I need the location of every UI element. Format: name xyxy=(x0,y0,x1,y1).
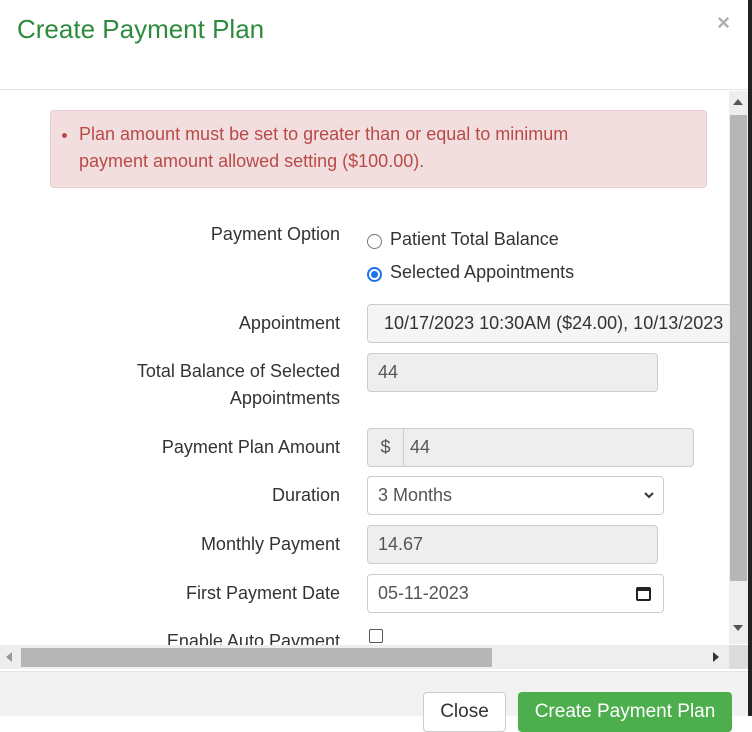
date-value: 05-11-2023 xyxy=(378,583,469,603)
first-payment-date-input[interactable]: 05-11-2023 xyxy=(367,574,664,613)
close-button[interactable]: Close xyxy=(423,692,506,732)
create-payment-plan-button[interactable]: Create Payment Plan xyxy=(518,692,732,732)
currency-addon: $ xyxy=(367,428,404,467)
scroll-up-arrow-icon[interactable] xyxy=(733,99,743,105)
horizontal-scroll-thumb[interactable] xyxy=(21,648,492,667)
modal-title: Create Payment Plan xyxy=(17,14,265,44)
duration-selected-value: 3 Months xyxy=(378,485,453,505)
scrollbar-corner xyxy=(729,645,748,669)
total-balance-field: 44 xyxy=(367,353,658,392)
horizontal-scrollbar[interactable] xyxy=(0,645,729,669)
first-payment-date-label: First Payment Date xyxy=(185,583,340,603)
payment-plan-amount-input[interactable]: 44 xyxy=(403,428,694,467)
monthly-payment-label: Monthly Payment xyxy=(200,534,340,554)
payment-option-label: Payment Option xyxy=(210,224,340,244)
monthly-payment-field: 14.67 xyxy=(367,525,658,564)
close-icon[interactable]: × xyxy=(717,12,730,34)
error-alert: Plan amount must be set to greater than … xyxy=(50,110,707,188)
total-balance-label: Total Balance of Selected Appointments xyxy=(137,358,340,412)
appointment-select[interactable]: 10/17/2023 10:30AM ($24.00), 10/13/2023 xyxy=(367,304,748,343)
chevron-down-icon xyxy=(643,477,655,514)
duration-label: Duration xyxy=(271,485,340,505)
radio-selected-appointments[interactable]: Selected Appointments xyxy=(367,262,574,283)
enable-auto-payment-checkbox[interactable] xyxy=(369,629,383,643)
radio-label: Selected Appointments xyxy=(390,262,575,282)
radio-button-checked[interactable] xyxy=(367,267,382,282)
radio-label: Patient Total Balance xyxy=(390,229,559,249)
modal-header: Create Payment Plan × xyxy=(0,0,748,90)
duration-select[interactable]: 3 Months xyxy=(367,476,664,515)
radio-patient-total-balance[interactable]: Patient Total Balance xyxy=(367,229,559,250)
total-balance-label-line1: Total Balance of Selected xyxy=(136,361,340,381)
payment-plan-amount-label: Payment Plan Amount xyxy=(161,437,340,457)
radio-button[interactable] xyxy=(367,234,382,249)
total-balance-label-line2: Appointments xyxy=(229,388,340,408)
calendar-icon[interactable] xyxy=(636,587,651,601)
vertical-scroll-thumb[interactable] xyxy=(730,115,747,581)
scroll-right-arrow-icon[interactable] xyxy=(713,652,719,662)
appointment-label: Appointment xyxy=(238,313,340,333)
scroll-left-arrow-icon[interactable] xyxy=(6,652,12,662)
vertical-scrollbar[interactable] xyxy=(729,91,748,644)
scroll-down-arrow-icon[interactable] xyxy=(733,625,743,631)
modal-body: Plan amount must be set to greater than … xyxy=(0,91,748,671)
modal-footer: Close Create Payment Plan xyxy=(0,671,748,732)
error-message: Plan amount must be set to greater than … xyxy=(79,121,706,175)
window-edge xyxy=(748,0,752,716)
